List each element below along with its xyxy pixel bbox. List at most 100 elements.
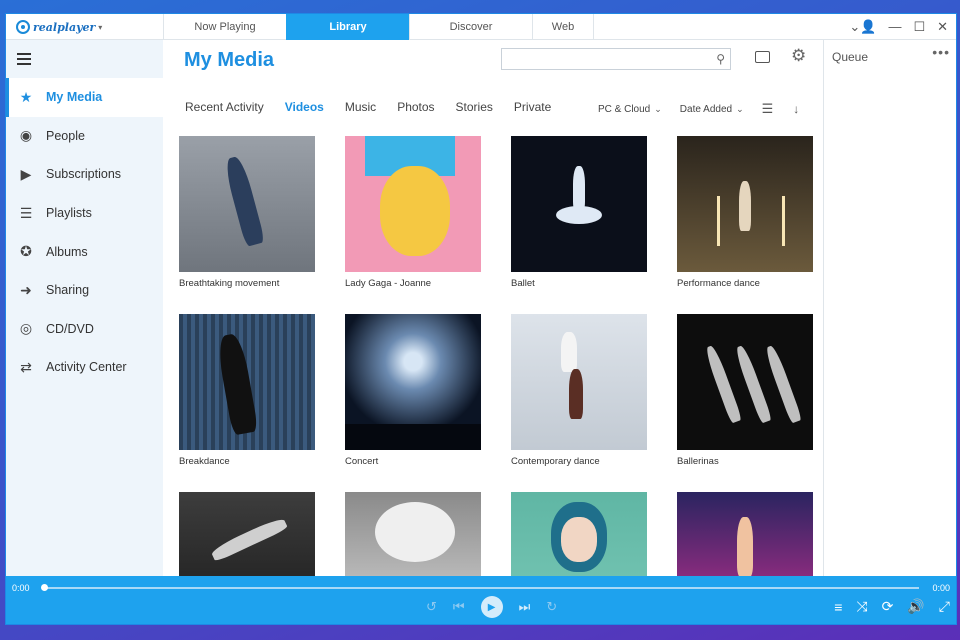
main-content: My Media ⚲ ⚙ Recent Activity Videos Musi…	[163, 40, 823, 576]
sort-dropdown[interactable]: Date Added ⌄	[680, 104, 744, 115]
video-thumbnail	[511, 136, 647, 272]
volume-icon[interactable]: 🔊	[907, 598, 924, 615]
previous-icon[interactable]: ⏮	[453, 599, 465, 615]
tab-music[interactable]: Music	[345, 100, 376, 114]
source-label: PC & Cloud	[598, 103, 651, 115]
playback-controls: ↺ ⏮ ▶ ⏭ ↻	[426, 596, 557, 618]
queue-title: Queue	[832, 50, 869, 64]
tab-stories[interactable]: Stories	[456, 100, 493, 114]
current-time: 0:00	[12, 583, 30, 593]
account-icon[interactable]: ⌄👤	[849, 18, 876, 36]
video-card[interactable]	[511, 492, 647, 576]
minimize-button[interactable]: —	[888, 18, 901, 36]
video-title: Contemporary dance	[511, 456, 600, 467]
search-icon[interactable]: ⚲	[716, 52, 725, 66]
tab-private[interactable]: Private	[514, 100, 551, 114]
video-card[interactable]: Contemporary dance	[511, 314, 647, 492]
video-card[interactable]: Ballerinas	[677, 314, 813, 492]
disc-icon: ◎	[19, 320, 33, 337]
video-card[interactable]: Performance dance	[677, 136, 813, 314]
app-window: realplayer ▾ Now Playing Library Discove…	[5, 13, 957, 625]
tab-web[interactable]: Web	[532, 14, 594, 40]
video-card[interactable]: Breakdance	[179, 314, 315, 492]
progress-bar[interactable]	[43, 587, 919, 589]
sidebar-item-label: My Media	[46, 90, 103, 105]
video-thumbnail	[511, 314, 647, 450]
video-card[interactable]	[677, 492, 813, 576]
maximize-button[interactable]: ☐	[913, 18, 925, 36]
chevron-down-icon: ⌄	[736, 103, 744, 114]
tab-photos[interactable]: Photos	[397, 100, 434, 114]
queue-toggle-icon[interactable]: ≡	[834, 599, 842, 615]
realplayer-logo[interactable]: realplayer ▾	[16, 19, 102, 35]
cast-icon[interactable]	[755, 51, 770, 63]
video-card[interactable]: Ballet	[511, 136, 647, 314]
player-bar: 0:00 0:00 ↺ ⏮ ▶ ⏭ ↻ ≡ ⤨ ⟳ 🔊 ⤢	[6, 576, 956, 624]
search-input[interactable]	[502, 49, 702, 69]
close-button[interactable]: ✕	[937, 18, 948, 36]
tab-discover[interactable]: Discover	[409, 14, 532, 40]
realplayer-logo-icon	[16, 20, 30, 34]
video-thumbnail	[345, 314, 481, 450]
fullscreen-icon[interactable]: ⤢	[939, 598, 950, 615]
video-card[interactable]	[345, 492, 481, 576]
video-card[interactable]: Breathtaking movement	[179, 136, 315, 314]
sidebar-item-people[interactable]: ◉ People	[6, 117, 163, 156]
video-card[interactable]	[179, 492, 315, 576]
source-dropdown[interactable]: PC & Cloud ⌄	[598, 104, 662, 115]
video-card[interactable]: Concert	[345, 314, 481, 492]
subscriptions-icon: ▶	[20, 165, 32, 182]
sidebar-item-playlists[interactable]: ☰ Playlists	[6, 194, 163, 233]
repeat-icon[interactable]: ⟳	[882, 598, 894, 615]
tab-now-playing[interactable]: Now Playing	[163, 14, 286, 40]
sidebar-item-subscriptions[interactable]: ▶ Subscriptions	[6, 155, 163, 194]
video-thumbnail	[511, 492, 647, 576]
player-options: ≡ ⤨ ⟳ 🔊 ⤢	[834, 598, 950, 615]
sidebar: ★ My Media ◉ People ▶ Subscriptions ☰ Pl…	[6, 40, 163, 576]
sidebar-item-label: Playlists	[46, 206, 92, 221]
gear-icon[interactable]: ⚙	[791, 46, 806, 66]
tab-library[interactable]: Library	[286, 14, 409, 40]
chevron-down-icon: ▾	[98, 22, 103, 32]
sort-label: Date Added	[679, 103, 733, 115]
search-box: ⚲	[501, 48, 731, 70]
sidebar-item-label: Activity Center	[46, 360, 127, 375]
star-icon: ★	[19, 88, 33, 105]
album-icon: ✪	[20, 243, 32, 260]
shuffle-icon[interactable]: ⤨	[856, 598, 867, 615]
video-thumbnail	[179, 136, 315, 272]
next-icon[interactable]: ⏭	[519, 599, 531, 615]
queue-panel: Queue •••	[823, 40, 956, 576]
more-options-icon[interactable]: •••	[932, 44, 950, 60]
list-view-icon[interactable]: ☰	[762, 101, 774, 117]
logo-text: realplayer	[33, 20, 96, 34]
sidebar-item-label: Albums	[46, 244, 88, 259]
video-thumbnail	[677, 136, 813, 272]
progress-handle[interactable]	[41, 584, 48, 591]
page-title: My Media	[184, 49, 275, 71]
sidebar-item-albums[interactable]: ✪ Albums	[6, 232, 163, 271]
sidebar-item-activity-center[interactable]: ⇄ Activity Center	[6, 348, 163, 387]
filter-bar: PC & Cloud ⌄ Date Added ⌄ ☰ ↓	[598, 101, 799, 117]
play-button[interactable]: ▶	[480, 596, 503, 618]
tab-videos[interactable]: Videos	[285, 100, 324, 114]
video-title: Ballerinas	[677, 456, 719, 467]
video-thumbnail	[179, 492, 315, 576]
video-thumbnail	[345, 492, 481, 576]
main-tabs: Now Playing Library Discover Web	[163, 14, 594, 40]
forward-10-icon[interactable]: ↻	[546, 599, 557, 615]
video-title: Performance dance	[677, 278, 760, 289]
video-title: Lady Gaga - Joanne	[345, 278, 432, 289]
menu-icon[interactable]	[17, 53, 31, 68]
person-icon: ◉	[19, 127, 33, 144]
sidebar-item-sharing[interactable]: ➜ Sharing	[6, 271, 163, 310]
sidebar-item-cd-dvd[interactable]: ◎ CD/DVD	[6, 310, 163, 349]
video-thumbnail	[677, 492, 813, 576]
sort-direction-icon[interactable]: ↓	[793, 102, 799, 116]
video-card[interactable]: Lady Gaga - Joanne	[345, 136, 481, 314]
rewind-10-icon[interactable]: ↺	[426, 599, 437, 615]
sidebar-item-label: Sharing	[46, 283, 90, 298]
chevron-down-icon: ⌄	[654, 103, 662, 114]
sidebar-item-my-media[interactable]: ★ My Media	[6, 78, 163, 117]
tab-recent-activity[interactable]: Recent Activity	[185, 100, 264, 114]
